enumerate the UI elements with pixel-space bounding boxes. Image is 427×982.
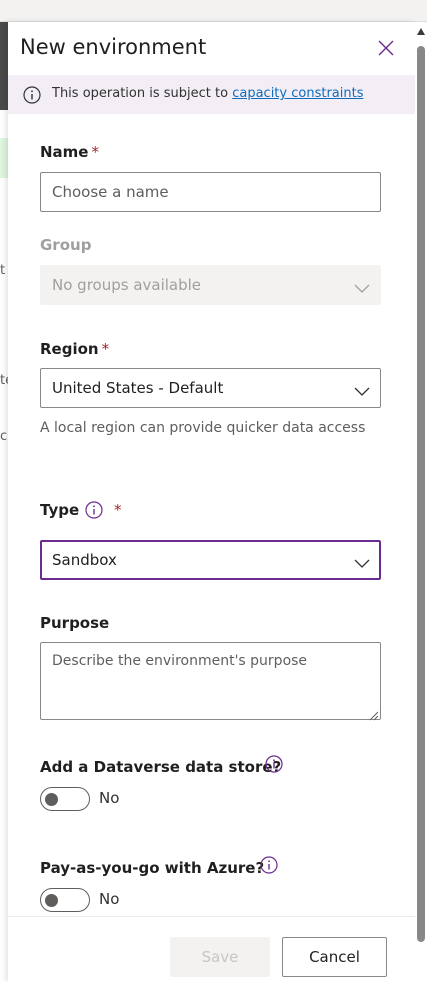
capacity-constraints-link[interactable]: capacity constraints bbox=[232, 86, 363, 101]
region-select-value: United States - Default bbox=[52, 379, 224, 397]
type-label: Type bbox=[40, 501, 79, 519]
info-icon bbox=[22, 85, 42, 109]
dataverse-label: Add a Dataverse data store? bbox=[40, 758, 282, 776]
type-label-text: Type bbox=[40, 501, 80, 519]
dataverse-toggle[interactable] bbox=[40, 787, 90, 811]
save-button[interactable]: Save bbox=[170, 937, 270, 977]
purpose-textarea[interactable] bbox=[40, 642, 381, 720]
group-label: Group bbox=[40, 236, 92, 254]
background-banner-edge bbox=[0, 138, 8, 178]
dataverse-toggle-text: No bbox=[99, 789, 120, 807]
payg-label: Pay-as-you-go with Azure? bbox=[40, 859, 265, 877]
name-label: Name * bbox=[40, 143, 99, 161]
group-select-value: No groups available bbox=[52, 276, 202, 294]
name-label-text: Name bbox=[40, 143, 89, 161]
type-select-value: Sandbox bbox=[52, 551, 117, 569]
group-select: No groups available bbox=[40, 265, 381, 305]
info-message: This operation is subject to bbox=[52, 86, 229, 101]
region-select[interactable]: United States - Default bbox=[40, 368, 381, 408]
scrollbar-thumb[interactable] bbox=[417, 46, 425, 942]
close-icon bbox=[378, 40, 394, 56]
type-select[interactable]: Sandbox bbox=[40, 540, 381, 580]
toggle-knob bbox=[45, 894, 58, 907]
info-icon[interactable] bbox=[84, 500, 104, 524]
cancel-button[interactable]: Cancel bbox=[282, 937, 387, 977]
background-text: c bbox=[0, 429, 8, 444]
info-icon[interactable] bbox=[264, 754, 284, 778]
payg-toggle-text: No bbox=[99, 890, 120, 908]
close-button[interactable] bbox=[374, 36, 398, 60]
required-mark: * bbox=[101, 340, 110, 358]
background-text: t bbox=[0, 263, 6, 278]
purpose-label: Purpose bbox=[40, 614, 110, 632]
region-label: Region * bbox=[40, 340, 109, 358]
top-strip bbox=[0, 0, 427, 22]
info-text: This operation is subject to capacity co… bbox=[52, 86, 363, 101]
panel-title: New environment bbox=[20, 35, 207, 59]
toggle-knob bbox=[45, 793, 58, 806]
payg-toggle[interactable] bbox=[40, 888, 90, 912]
region-helper-text: A local region can provide quicker data … bbox=[40, 420, 366, 436]
chevron-down-icon bbox=[354, 554, 370, 573]
capacity-info-bar: This operation is subject to capacity co… bbox=[8, 75, 415, 114]
chevron-down-icon bbox=[354, 382, 370, 401]
info-icon[interactable] bbox=[259, 855, 279, 879]
scroll-up-icon[interactable] bbox=[417, 28, 425, 35]
required-mark: * bbox=[91, 143, 99, 161]
background-text: te bbox=[0, 373, 8, 388]
background-header-edge bbox=[0, 22, 8, 110]
name-input[interactable] bbox=[40, 172, 381, 212]
region-label-text: Region bbox=[40, 340, 99, 358]
chevron-down-icon bbox=[354, 279, 370, 298]
footer-divider bbox=[8, 916, 415, 917]
resize-grip-icon[interactable] bbox=[367, 706, 379, 725]
required-mark: * bbox=[114, 501, 122, 519]
